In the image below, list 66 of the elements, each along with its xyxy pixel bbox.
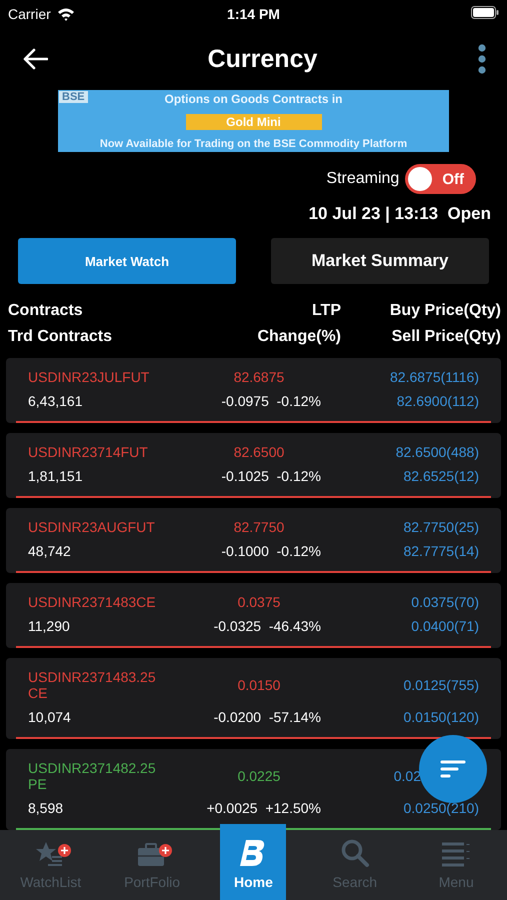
contract-card[interactable]: USDINR23JULFUT 82.6875 82.6875(1116) 6,43,161 -0.0975 -0.12% 82.6900(112) bbox=[6, 358, 501, 423]
search-icon bbox=[340, 838, 370, 868]
price-change: -0.1025 -0.12% bbox=[221, 468, 321, 484]
buy-price: 82.6500(488) bbox=[396, 444, 479, 460]
contract-card[interactable]: USDINR23714FUT 82.6500 82.6500(488) 1,81,151 -0.1025 -0.12% 82.6525(12) bbox=[6, 433, 501, 498]
last-traded-price: 82.6500 bbox=[234, 444, 284, 460]
sell-price: 82.6900(112) bbox=[396, 393, 479, 409]
wifi-icon bbox=[56, 7, 75, 21]
sell-price: 82.7775(14) bbox=[403, 543, 479, 559]
last-traded-price: 0.0150 bbox=[238, 677, 280, 693]
sell-price: 0.0150(120) bbox=[403, 709, 479, 725]
contract-card[interactable]: USDINR2371483CE 0.0375 0.0375(70) 11,290 -0.0325 -46.43% 0.0400(71) bbox=[6, 583, 501, 648]
column-header: Sell Price(Qty) bbox=[392, 328, 501, 346]
market-status-text: 10 Jul 23 | 13:13 Open bbox=[308, 204, 491, 224]
contract-card[interactable]: USDINR23AUGFUT 82.7750 82.7750(25) 48,742 -0.1000 -0.12% 82.7775(14) bbox=[6, 508, 501, 573]
battery-icon bbox=[471, 6, 499, 19]
column-header: Contracts bbox=[8, 302, 84, 320]
contract-name: USDINR23AUGFUT bbox=[28, 519, 156, 535]
nav-tab[interactable]: Home bbox=[220, 824, 286, 900]
contract-name: USDINR2371483CE bbox=[28, 594, 157, 610]
contract-card[interactable]: USDINR2371483.25 CE 0.0150 0.0125(755) 10,074 -0.0200 -57.14% 0.0150(120) bbox=[6, 658, 501, 739]
price-change: -0.0975 -0.12% bbox=[221, 393, 321, 409]
traded-contracts: 48,742 bbox=[28, 543, 72, 559]
sell-price: 0.0400(71) bbox=[411, 618, 479, 634]
traded-contracts: 6,43,161 bbox=[28, 393, 84, 409]
price-change: -0.0325 -46.43% bbox=[214, 618, 321, 634]
streaming-toggle[interactable]: Off bbox=[405, 164, 476, 194]
buy-price: 0.02 bbox=[394, 768, 421, 784]
banner-highlight: Gold Mini bbox=[186, 114, 322, 130]
price-change: -0.1000 -0.12% bbox=[221, 543, 321, 559]
streaming-label: Streaming bbox=[326, 170, 400, 188]
contract-name: USDINR23714FUT bbox=[28, 444, 149, 460]
menu-icon bbox=[440, 840, 472, 868]
contract-card[interactable]: USDINR2371482.25 PE 0.0225 0.02 8,598 +0.0025 +12.50% 0.0250(210) bbox=[6, 749, 501, 830]
buy-price: 0.0125(755) bbox=[403, 677, 479, 693]
more-options-icon[interactable] bbox=[476, 44, 487, 74]
last-traded-price: 0.0375 bbox=[238, 594, 280, 610]
sell-price: 0.0250(210) bbox=[403, 800, 479, 816]
sort-icon bbox=[440, 759, 466, 779]
buy-price: 82.7750(25) bbox=[403, 519, 479, 535]
column-header: Buy Price(Qty) bbox=[390, 302, 501, 320]
traded-contracts: 1,81,151 bbox=[28, 468, 84, 484]
buy-price: 0.0375(70) bbox=[411, 594, 479, 610]
last-traded-price: 82.6875 bbox=[234, 369, 284, 385]
contract-name: USDINR2371482.25 PE bbox=[28, 760, 157, 792]
banner-text: Now Available for Trading on the BSE Commodity Platform bbox=[100, 138, 408, 150]
contract-name: USDINR23JULFUT bbox=[28, 369, 150, 385]
promo-banner[interactable]: BSE Options on Goods Contracts in Gold Mini Now Available for Trading on the BSE Commodity Platform bbox=[58, 90, 449, 152]
column-header: Trd Contracts bbox=[8, 328, 114, 346]
last-traded-price: 82.7750 bbox=[234, 519, 284, 535]
price-change: +0.0025 +12.50% bbox=[206, 800, 321, 816]
banner-text: Options on Goods Contracts in bbox=[164, 92, 342, 106]
back-arrow-icon[interactable] bbox=[22, 48, 48, 70]
price-change: -0.0200 -57.14% bbox=[214, 709, 321, 725]
carrier-name: Carrier bbox=[8, 6, 51, 22]
page-title: Currency bbox=[208, 44, 318, 74]
last-traded-price: 0.0225 bbox=[238, 768, 280, 784]
sell-price: 82.6525(12) bbox=[403, 468, 479, 484]
buy-price: 82.6875(1116) bbox=[390, 369, 479, 385]
banner-logo: BSE bbox=[59, 91, 88, 103]
tab[interactable]: Market Summary bbox=[271, 238, 489, 284]
contract-name: USDINR2371483.25 CE bbox=[28, 669, 157, 701]
column-header: LTP bbox=[312, 302, 341, 320]
tab[interactable]: Market Watch bbox=[18, 238, 236, 284]
status-time: 1:14 PM bbox=[227, 6, 280, 22]
column-header: Change(%) bbox=[257, 328, 341, 346]
